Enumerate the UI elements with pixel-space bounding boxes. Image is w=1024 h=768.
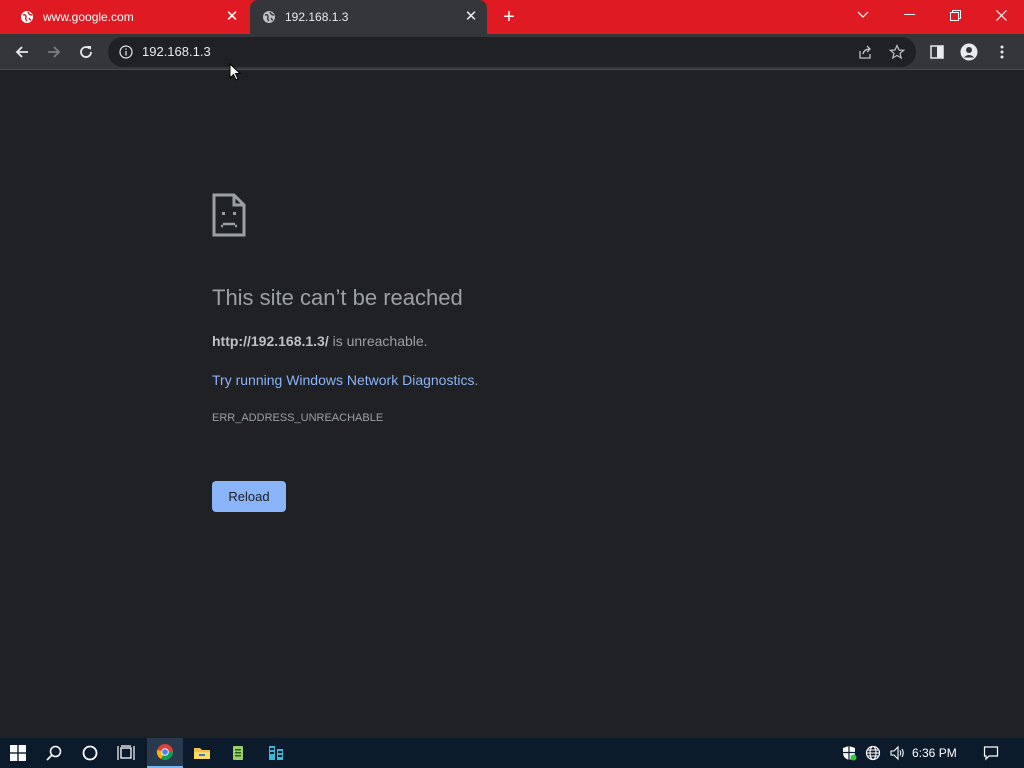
side-panel-icon[interactable]: [925, 40, 949, 64]
info-icon[interactable]: [119, 45, 133, 64]
new-tab-button[interactable]: +: [499, 7, 519, 27]
tab-search-icon[interactable]: [840, 0, 886, 30]
volume-icon[interactable]: [884, 738, 912, 768]
diagnostics-link[interactable]: Windows Network Diagnostics: [286, 372, 474, 388]
share-icon[interactable]: [857, 44, 873, 65]
page-content: This site can’t be reached http://192.16…: [0, 71, 1024, 738]
diagnostics-suffix: .: [474, 372, 479, 388]
title-bar: www.google.com ✕ 192.168.1.3 ✕ +: [0, 0, 1024, 34]
taskbar: 6:36 PM: [0, 738, 1024, 768]
error-code: ERR_ADDRESS_UNREACHABLE: [212, 412, 384, 424]
forward-button[interactable]: [42, 40, 66, 64]
file-explorer-icon[interactable]: [184, 738, 220, 768]
close-tab-icon[interactable]: ✕: [224, 9, 240, 25]
error-title: This site can’t be reached: [212, 285, 463, 310]
error-description: http://192.168.1.3/ is unreachable.: [212, 333, 428, 349]
app-icon[interactable]: [220, 738, 256, 768]
sad-page-icon: [212, 193, 246, 242]
restore-button[interactable]: [932, 0, 978, 30]
clock-time[interactable]: 6:36 PM: [912, 746, 957, 760]
diagnostics-line: Try running Windows Network Diagnostics.: [212, 372, 478, 388]
network-globe-icon[interactable]: [860, 738, 886, 768]
close-window-button[interactable]: [978, 0, 1024, 30]
network-app-icon[interactable]: [258, 738, 294, 768]
tab-label: www.google.com: [43, 10, 134, 24]
task-view-icon[interactable]: [108, 738, 144, 768]
search-icon[interactable]: [36, 738, 72, 768]
profile-icon[interactable]: [957, 40, 981, 64]
reload-button[interactable]: [74, 40, 98, 64]
notification-icon[interactable]: [975, 738, 1007, 768]
menu-icon[interactable]: [990, 40, 1014, 64]
star-icon[interactable]: [888, 44, 906, 65]
start-button[interactable]: [0, 738, 36, 768]
diagnostics-prefix[interactable]: Try running: [212, 372, 286, 388]
reload-page-button[interactable]: Reload: [212, 481, 286, 512]
browser-toolbar: 192.168.1.3: [0, 34, 1024, 70]
tab-google[interactable]: www.google.com ✕: [8, 0, 248, 34]
error-url-suffix: is unreachable.: [328, 333, 428, 349]
chrome-taskbar-icon[interactable]: [147, 738, 183, 768]
tab-label: 192.168.1.3: [285, 10, 349, 24]
error-url: http://192.168.1.3/: [212, 333, 329, 349]
globe-icon: [262, 10, 276, 24]
globe-icon: [20, 10, 34, 24]
minimize-button[interactable]: [886, 0, 932, 30]
close-tab-icon[interactable]: ✕: [463, 9, 479, 25]
back-button[interactable]: [10, 40, 34, 64]
url-text: 192.168.1.3: [142, 44, 211, 59]
cortana-icon[interactable]: [72, 738, 108, 768]
tab-active[interactable]: 192.168.1.3 ✕: [250, 0, 487, 34]
mouse-cursor-icon: [229, 62, 242, 86]
